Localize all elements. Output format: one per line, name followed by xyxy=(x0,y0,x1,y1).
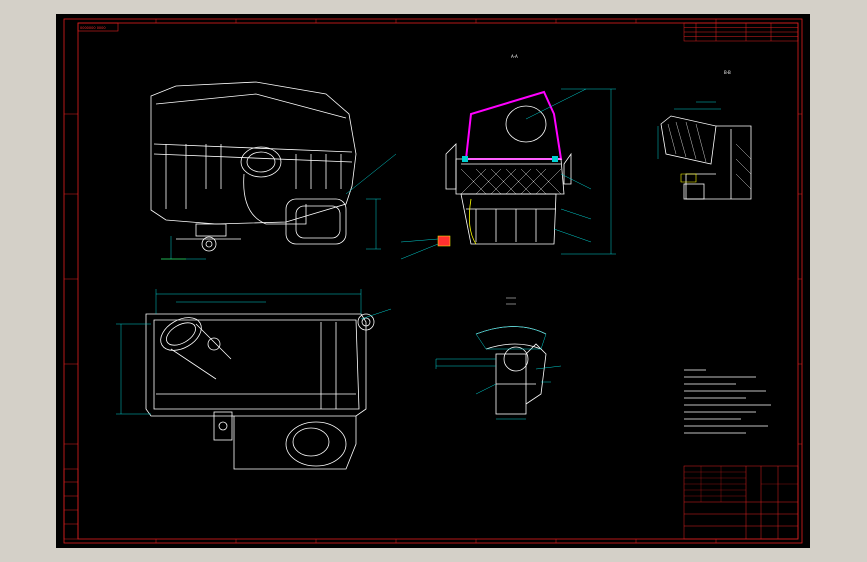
section-aa[interactable]: A-A xyxy=(400,54,616,260)
corner-stamp-text: 0000000 0000 xyxy=(80,26,106,30)
top-view-dims xyxy=(116,289,392,415)
detail-view[interactable] xyxy=(435,297,562,420)
front-view[interactable] xyxy=(150,81,357,252)
corner-stamp: 0000000 0000 xyxy=(77,22,119,32)
revision-block xyxy=(683,22,799,42)
side-block xyxy=(63,468,79,540)
title-block xyxy=(683,465,799,540)
cad-drawing-canvas[interactable]: 0000000 0000 A-A B-B xyxy=(56,14,810,548)
drawing-frame xyxy=(63,18,803,544)
section-bb[interactable]: B-B xyxy=(657,70,752,200)
section-aa-label: A-A xyxy=(511,54,518,59)
technical-notes xyxy=(684,369,771,434)
section-bb-label: B-B xyxy=(724,70,731,75)
top-view[interactable] xyxy=(145,311,375,470)
